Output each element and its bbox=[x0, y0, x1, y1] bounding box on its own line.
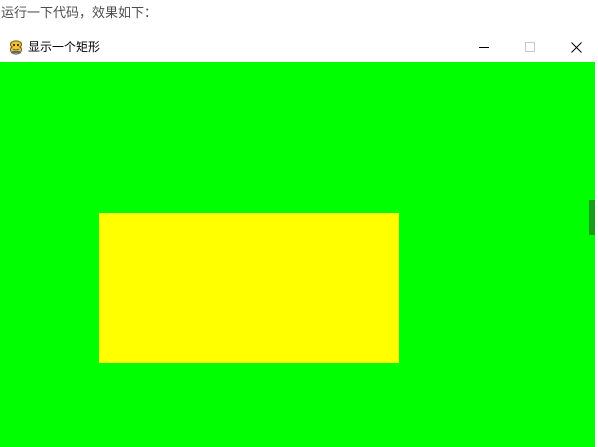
minimize-button[interactable] bbox=[461, 32, 507, 62]
pygame-window: 显示一个矩形 bbox=[0, 32, 595, 447]
close-icon bbox=[570, 41, 582, 53]
article-intro-text: 运行一下代码，效果如下： bbox=[0, 0, 598, 30]
maximize-button[interactable] bbox=[507, 32, 553, 62]
yellow-rectangle bbox=[99, 213, 399, 363]
minimize-icon bbox=[479, 47, 489, 48]
window-titlebar[interactable]: 显示一个矩形 bbox=[0, 32, 595, 62]
close-button[interactable] bbox=[553, 32, 598, 62]
window-title: 显示一个矩形 bbox=[28, 40, 101, 54]
game-canvas bbox=[0, 62, 595, 447]
pygame-snake-icon bbox=[8, 39, 24, 55]
maximize-icon bbox=[525, 42, 535, 52]
canvas-edge-strip bbox=[589, 200, 595, 235]
